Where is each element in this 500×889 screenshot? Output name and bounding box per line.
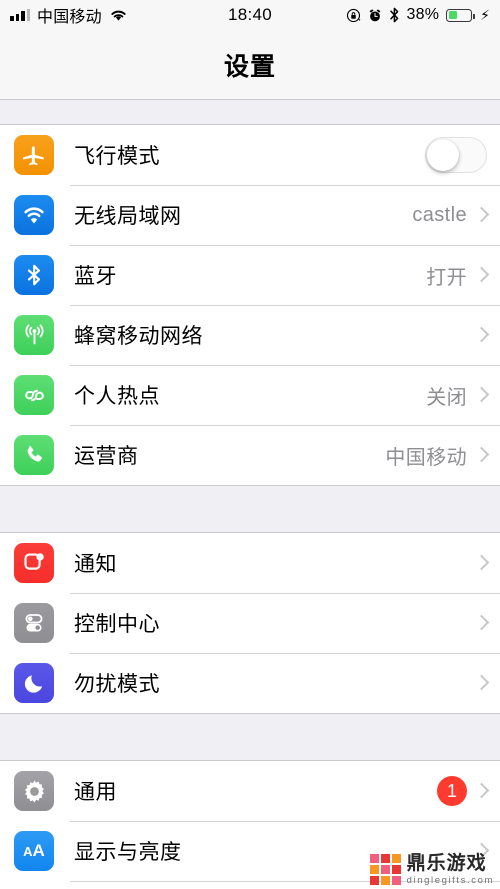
settings-row-control [467,554,500,571]
carrier-name: 中国移动 [37,9,102,26]
section-gap [0,486,500,532]
gear-icon [14,771,54,811]
settings-row-control-center[interactable]: 控制中心 [0,593,500,653]
settings-row-control [467,326,500,343]
watermark: 鼎乐游戏 dinglegifts.com [369,853,494,886]
settings-row-label: 飞行模式 [74,145,160,168]
control-center-icon [14,603,54,643]
settings-row-label: 运营商 [74,445,139,468]
airplane-icon [14,135,54,175]
settings-row-control: 关闭 [426,381,500,410]
clock-time: 18:40 [227,5,273,24]
status-bar-right: 38% ⚡ [346,6,490,24]
chevron-right-icon [473,782,490,799]
settings-row-carrier[interactable]: 运营商 中国移动 [0,425,500,485]
chevron-right-icon [473,674,490,691]
watermark-text: 鼎乐游戏 dinglegifts.com [407,854,494,886]
carrier-phone-icon [14,435,54,475]
chevron-right-icon [473,446,490,463]
chevron-right-icon [473,614,490,631]
settings-screen: 中国移动 18:40 38% ⚡ 设置 飞行模式 无线局域网 castle 蓝牙… [0,0,500,889]
settings-row-label: 蓝牙 [74,265,117,288]
settings-row-control [425,137,500,173]
cellular-icon [14,315,54,355]
airplane-mode-toggle[interactable] [425,137,487,173]
settings-row-label: 个人热点 [74,385,160,408]
settings-row-personal-hotspot[interactable]: 个人热点 关闭 [0,365,500,425]
settings-row-wifi[interactable]: 无线局域网 castle [0,185,500,245]
lightning-bolt-icon: ⚡ [480,6,490,23]
settings-row-value: 打开 [426,266,467,289]
settings-row-value: 中国移动 [385,446,467,469]
bluetooth-icon [389,7,398,23]
settings-row-label: 勿扰模式 [74,673,160,696]
chevron-right-icon [473,554,490,571]
rotation-lock-icon [346,8,360,22]
settings-group-connectivity: 飞行模式 无线局域网 castle 蓝牙 打开 蜂窝移动网络 个人热点 关闭 运… [0,124,500,486]
settings-list[interactable]: 飞行模式 无线局域网 castle 蓝牙 打开 蜂窝移动网络 个人热点 关闭 运… [0,100,500,889]
settings-row-bluetooth[interactable]: 蓝牙 打开 [0,245,500,305]
navigation-bar: 设置 [0,30,500,100]
settings-row-control: 1 [437,776,500,806]
section-gap [0,714,500,760]
status-bar-left: 中国移动 [10,3,128,27]
settings-row-control: 中国移动 [385,441,500,470]
settings-row-do-not-disturb[interactable]: 勿扰模式 [0,653,500,713]
settings-group-alerts: 通知 控制中心 勿扰模式 [0,532,500,714]
settings-row-control: 打开 [426,261,500,290]
status-badge: 1 [437,776,467,806]
chevron-right-icon [473,266,490,283]
bluetooth-icon [14,255,54,295]
chevron-right-icon [473,386,490,403]
settings-row-label: 无线局域网 [74,205,182,228]
settings-row-cellular[interactable]: 蜂窝移动网络 [0,305,500,365]
do-not-disturb-icon [14,663,54,703]
alarm-clock-icon [369,9,380,21]
notifications-icon [14,543,54,583]
page-title: 设置 [223,52,276,81]
watermark-title: 鼎乐游戏 [406,852,487,874]
watermark-logo-icon [369,853,401,885]
settings-row-label: 通知 [74,553,117,576]
signal-bars-icon [10,9,30,21]
watermark-url: dinglegifts.com [406,874,494,886]
settings-row-control: castle [412,204,500,227]
settings-row-value: 关闭 [426,386,467,409]
settings-row-general[interactable]: 通用 1 [0,761,500,821]
chevron-right-icon [473,326,490,343]
settings-row-notifications[interactable]: 通知 [0,533,500,593]
settings-row-label: 蜂窝移动网络 [74,325,203,348]
battery-percent: 38% [406,6,440,23]
settings-row-label: 控制中心 [74,613,160,636]
wifi-icon [111,10,126,21]
display-aa-icon: AA [14,831,54,871]
chevron-right-icon [473,206,490,223]
section-gap [0,100,500,124]
hotspot-icon [14,375,54,415]
wifi-icon [14,195,54,235]
status-bar: 中国移动 18:40 38% ⚡ [0,0,500,30]
settings-row-value: castle [412,203,467,226]
settings-row-airplane-mode[interactable]: 飞行模式 [0,125,500,185]
settings-row-label: 通用 [74,781,117,804]
battery-icon [446,8,475,22]
settings-row-control [467,614,500,631]
settings-row-control [467,674,500,691]
settings-row-label: 显示与亮度 [74,841,182,864]
